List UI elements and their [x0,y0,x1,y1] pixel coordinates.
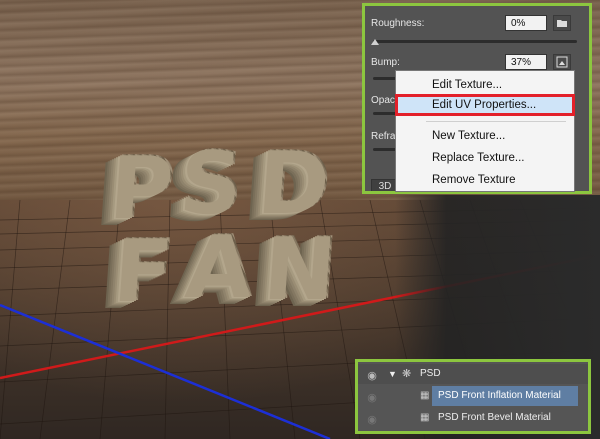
layer-name: PSD Front Bevel Material [438,412,551,423]
material-icon: ▦ [420,390,430,401]
menu-item-edit-texture[interactable]: Edit Texture... [396,75,574,95]
menu-item-new-texture[interactable]: New Texture... [396,126,574,146]
material-icon: ▦ [420,412,430,423]
letter: D [256,133,335,233]
eye-icon[interactable]: ◉ [364,410,380,426]
letter: A [184,217,259,317]
roughness-label: Roughness: [371,18,425,29]
menu-item-edit-uv-properties[interactable]: Edit UV Properties... [395,94,575,116]
disclosure-triangle-icon[interactable]: ▼ [388,364,397,384]
bump-input[interactable]: 37% [505,54,547,70]
letter: F [112,221,179,321]
bump-label: Bump: [371,57,400,68]
menu-item-replace-texture[interactable]: Replace Texture... [396,148,574,168]
menu-separator [426,121,566,122]
3d-text-object[interactable]: P S D F A N [0,133,380,380]
roughness-slider-thumb[interactable] [371,39,379,45]
opacity-label: Opaci [371,95,398,106]
layer-row-psd[interactable]: ◉ ▼ ❋ PSD [358,364,588,384]
letter: S [178,133,248,233]
layer-name: PSD Front Inflation Material [438,390,561,401]
roughness-slider[interactable] [373,40,577,43]
eye-icon[interactable]: ◉ [364,388,380,404]
scene-layers-panel: ◉ ▼ ❋ PSD ◉ ▦ PSD Front Inflation Materi… [355,359,591,434]
texture-edit-icon[interactable] [553,54,571,70]
folder-icon[interactable] [553,15,571,31]
layer-row-material[interactable]: ◉ ▦ PSD Front Inflation Material [358,386,588,406]
mesh-icon: ❋ [402,368,412,380]
roughness-input[interactable]: 0% [505,15,547,31]
menu-item-remove-texture[interactable]: Remove Texture [396,170,574,190]
texture-context-menu: Edit Texture... Edit UV Properties... Ne… [395,70,575,192]
layer-row-material[interactable]: ◉ ▦ PSD Front Bevel Material [358,408,588,428]
letter: P [108,138,179,238]
layer-name: PSD [420,368,441,379]
eye-icon[interactable]: ◉ [364,366,380,382]
letter: N [262,219,342,319]
